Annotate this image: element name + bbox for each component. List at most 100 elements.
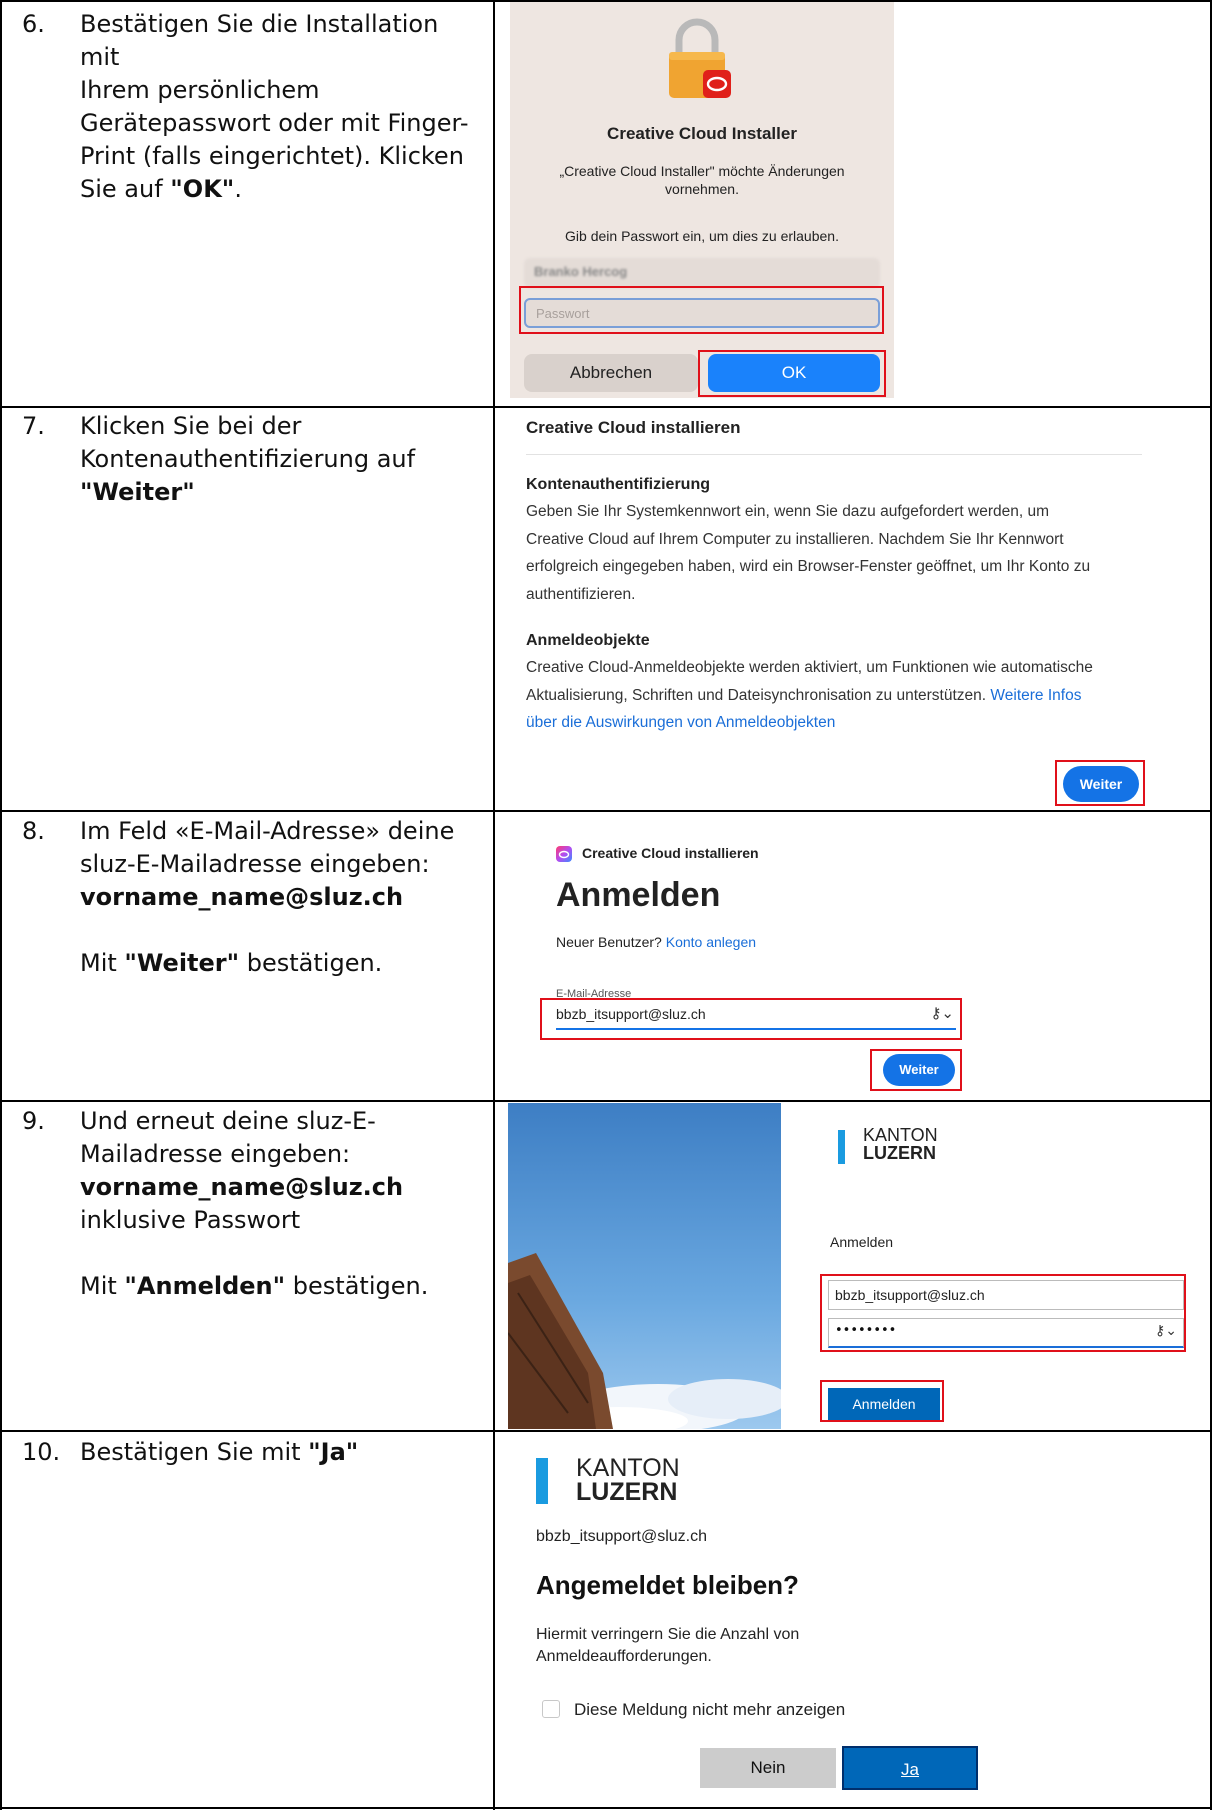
background-photo: [508, 1103, 781, 1429]
instruction-emphasis: vorname_name@sluz.ch: [80, 883, 404, 911]
row-divider-9-10: [0, 1430, 1212, 1432]
instruction-text: bestätigen.: [285, 1272, 429, 1300]
dialog-prompt: Gib dein Passwort ein, um dies zu erlaub…: [565, 228, 839, 244]
step-number: 9.: [22, 1107, 45, 1135]
step-instructions: Klicken Sie bei der Kontenauthentifizier…: [80, 410, 480, 509]
instruction-line: Klicken Sie bei der: [80, 412, 302, 440]
step-instructions: Im Feld «E-Mail-Adresse» deine sluz-E-Ma…: [80, 815, 480, 980]
instruction-line: Mit "Weiter" bestätigen.: [80, 947, 480, 980]
dialog-title: Creative Cloud Installer: [607, 124, 797, 143]
instruction-emphasis: "Anmelden": [124, 1272, 286, 1300]
highlight-continue: [1055, 760, 1145, 806]
step-number: 7.: [22, 412, 45, 440]
creative-cloud-icon: [556, 846, 572, 862]
new-user-text: Neuer Benutzer?: [556, 934, 666, 950]
app-name: Creative Cloud installieren: [582, 845, 759, 861]
instruction-line: Kontenauthentifizierung auf: [80, 445, 416, 473]
instruction-text: Mit: [80, 1272, 125, 1300]
account-email: bbzb_itsupport@sluz.ch: [536, 1528, 707, 1545]
instruction-line: vorname_name@sluz.ch: [80, 1171, 480, 1204]
instruction-spacer: [80, 1237, 480, 1270]
lock-icon: [669, 18, 731, 98]
learn-more-link[interactable]: Weitere Infos: [990, 687, 1081, 704]
cancel-button[interactable]: Abbrechen: [524, 354, 698, 392]
new-user-line: Neuer Benutzer? Konto anlegen: [556, 934, 756, 950]
step-instructions: Und erneut deine sluz-E- Mailadresse ein…: [80, 1105, 480, 1303]
step-number: 8.: [22, 817, 45, 845]
highlight-ok: [698, 350, 886, 397]
instruction-line: Bestätigen Sie mit "Ja": [80, 1436, 480, 1469]
text-fragment: Aktualisierung, Schriften und Dateisynch…: [526, 686, 991, 704]
text-line: Geben Sie Ihr Systemkennwort ein, wenn S…: [526, 503, 1049, 520]
macos-auth-dialog: Creative Cloud Installer „Creative Cloud…: [510, 2, 894, 398]
text-line: Aktualisierung, Schriften und Dateisynch…: [526, 682, 1146, 710]
instruction-line: Und erneut deine sluz-E-: [80, 1107, 376, 1135]
text-line: Creative Cloud-Anmeldeobjekte werden akt…: [526, 659, 1093, 676]
instruction-text: bestätigen.: [239, 949, 383, 977]
dont-show-label: Diese Meldung nicht mehr anzeigen: [574, 1700, 846, 1719]
highlight-signin: [820, 1380, 944, 1422]
instruction-text: Sie auf: [80, 175, 171, 203]
step-number: 6.: [22, 10, 45, 38]
signin-heading: Anmelden: [556, 876, 721, 914]
table-border-bottom: [0, 1807, 1212, 1809]
instruction-line: "Weiter": [80, 476, 480, 509]
text-line: Anmeldeaufforderungen.: [536, 1648, 712, 1665]
kanton-line: LUZERN: [863, 1143, 936, 1163]
dialog-message-line: vornehmen.: [665, 181, 739, 197]
table-border-left: [0, 0, 2, 1810]
instruction-line: inklusive Passwort: [80, 1206, 301, 1234]
stay-signed-in-text: Hiermit verringern Sie die Anzahl von An…: [536, 1624, 799, 1668]
section-heading: Kontenauthentifizierung: [526, 476, 710, 493]
instruction-emphasis: "Ja": [308, 1438, 359, 1466]
instruction-line: Sie auf "OK".: [80, 173, 480, 206]
signin-heading: Anmelden: [830, 1234, 894, 1250]
section-text: Creative Cloud-Anmeldeobjekte werden akt…: [526, 654, 1146, 737]
row-divider-6-7: [0, 406, 1212, 408]
instruction-line: Mit "Anmelden" bestätigen.: [80, 1270, 480, 1303]
stay-signed-in-heading: Angemeldet bleiben?: [536, 1570, 799, 1600]
text-line: authentifizieren.: [526, 585, 636, 603]
highlight-password: [519, 286, 884, 334]
instruction-line: Ihrem persönlichem: [80, 76, 320, 104]
highlight-credentials: [820, 1274, 1186, 1352]
highlight-email: [540, 998, 962, 1040]
highlight-continue: [870, 1049, 962, 1091]
kanton-logo-bar: [838, 1130, 845, 1164]
instruction-line: Print (falls eingerichtet). Klicken: [80, 142, 464, 170]
username-field[interactable]: Branko Hercog: [524, 258, 880, 288]
step-instructions: Bestätigen Sie die Installation mit Ihre…: [80, 8, 480, 206]
instruction-line: Gerätepasswort oder mit Finger-: [80, 109, 469, 137]
kanton-line: KANTON: [863, 1125, 938, 1145]
dialog-message-line: „Creative Cloud Installer" möchte Änderu…: [559, 163, 845, 179]
instruction-line: Bestätigen Sie die Installation mit: [80, 10, 439, 71]
instruction-spacer: [80, 914, 480, 947]
title-divider: [526, 454, 1142, 455]
text-line: Hiermit verringern Sie die Anzahl von: [536, 1626, 800, 1643]
instruction-emphasis: vorname_name@sluz.ch: [80, 1173, 404, 1201]
text-line: Creative Cloud auf Ihrem Computer zu ins…: [526, 530, 1064, 548]
yes-button[interactable]: Ja: [842, 1746, 978, 1790]
section-heading: Anmeldeobjekte: [526, 632, 650, 649]
row-divider-8-9: [0, 1100, 1212, 1102]
instruction-line: sluz-E-Mailadresse eingeben:: [80, 850, 430, 878]
instruction-emphasis: "Weiter": [124, 949, 240, 977]
instruction-text: Bestätigen Sie mit: [80, 1438, 309, 1466]
step-instructions: Bestätigen Sie mit "Ja": [80, 1436, 480, 1469]
dialog-message: „Creative Cloud Installer" möchte Änderu…: [510, 162, 894, 198]
step-number: 10.: [22, 1438, 61, 1466]
no-button[interactable]: Nein: [700, 1748, 836, 1788]
row-divider-7-8: [0, 810, 1212, 812]
kanton-line: LUZERN: [576, 1478, 678, 1506]
instruction-text: .: [234, 175, 242, 203]
instruction-line: vorname_name@sluz.ch: [80, 881, 480, 914]
learn-more-link[interactable]: über die Auswirkungen von Anmeldeobjekte…: [526, 709, 1146, 737]
kanton-logo-bar: [536, 1458, 548, 1504]
instruction-line: Mailadresse eingeben:: [80, 1140, 351, 1168]
section-text: Geben Sie Ihr Systemkennwort ein, wenn S…: [526, 498, 1146, 608]
instruction-emphasis: "OK": [170, 175, 235, 203]
create-account-link[interactable]: Konto anlegen: [666, 934, 756, 950]
instruction-emphasis: "Weiter": [80, 478, 195, 506]
dont-show-checkbox[interactable]: [542, 1700, 560, 1718]
text-line: erfolgreich eingegeben haben, wird ein B…: [526, 558, 1091, 575]
